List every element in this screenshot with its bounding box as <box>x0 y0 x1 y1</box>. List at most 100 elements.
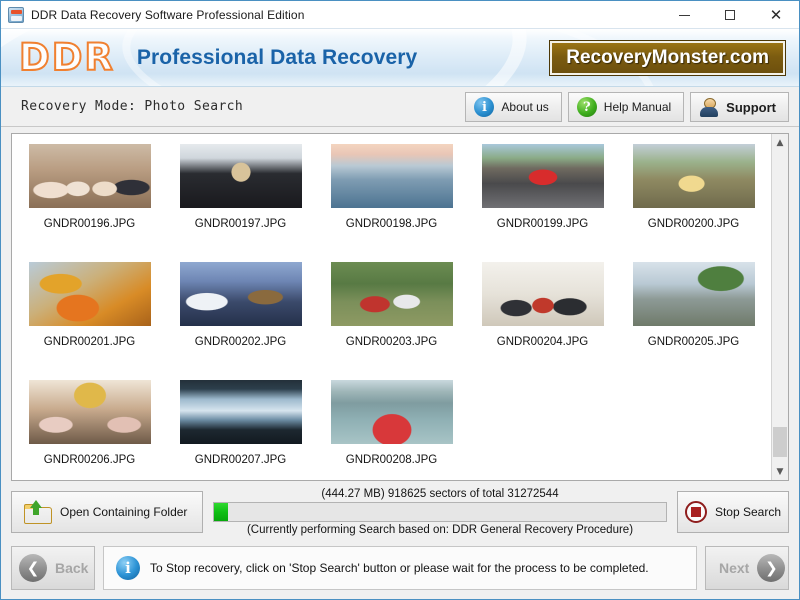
file-name: GNDR00203.JPG <box>345 336 438 348</box>
file-item[interactable]: GNDR00204.JPG <box>467 260 618 378</box>
about-us-label: About us <box>501 100 549 114</box>
stop-record-icon <box>684 501 707 523</box>
file-name: GNDR00205.JPG <box>647 336 740 348</box>
file-thumbnail <box>330 380 453 444</box>
info-icon: i <box>116 556 140 580</box>
next-label: Next <box>719 560 750 576</box>
app-icon <box>8 6 24 23</box>
file-item[interactable]: GNDR00201.JPG <box>14 260 165 378</box>
file-thumbnail <box>632 262 755 326</box>
recovery-mode-bar: Recovery Mode: Photo Search i About us ?… <box>1 87 799 127</box>
file-thumbnail <box>632 144 755 208</box>
window-controls: ✕ <box>661 1 799 29</box>
file-item[interactable]: GNDR00197.JPG <box>165 142 316 260</box>
file-name: GNDR00202.JPG <box>194 336 287 348</box>
footer-nav: ❮ Back i To Stop recovery, click on 'Sto… <box>1 543 799 599</box>
brand-title: Professional Data Recovery <box>136 45 418 69</box>
title-bar: DDR Data Recovery Software Professional … <box>1 1 799 29</box>
file-thumbnail <box>28 380 151 444</box>
file-name: GNDR00197.JPG <box>194 218 287 230</box>
scrollbar-track[interactable] <box>772 151 788 463</box>
back-label: Back <box>55 560 89 576</box>
file-item[interactable]: GNDR00205.JPG <box>618 260 769 378</box>
question-icon: ? <box>576 97 597 117</box>
action-row: Open Containing Folder (444.27 MB) 91862… <box>1 481 799 543</box>
file-thumbnail <box>28 144 151 208</box>
header-button-group: i About us ? Help Manual Support <box>465 92 789 122</box>
file-item[interactable]: GNDR00202.JPG <box>165 260 316 378</box>
maximize-button[interactable] <box>707 1 753 29</box>
help-manual-label: Help Manual <box>603 100 672 114</box>
file-thumbnail <box>179 262 302 326</box>
file-panel-wrapper: GNDR00196.JPG GNDR00197.JPG GNDR00198.JP… <box>1 127 799 481</box>
scroll-up-icon[interactable]: ▲ <box>772 134 788 151</box>
support-label: Support <box>726 99 776 115</box>
status-hint-text: To Stop recovery, click on 'Stop Search'… <box>150 561 649 575</box>
file-name: GNDR00196.JPG <box>43 218 136 230</box>
folder-upload-icon <box>24 500 52 524</box>
file-thumbnail <box>179 144 302 208</box>
file-item[interactable]: GNDR00200.JPG <box>618 142 769 260</box>
file-item[interactable]: GNDR00208.JPG <box>316 378 467 480</box>
file-row: GNDR00201.JPG GNDR00202.JPG GNDR00203.JP… <box>14 260 769 378</box>
support-button[interactable]: Support <box>690 92 789 122</box>
back-button[interactable]: ❮ Back <box>11 546 95 590</box>
file-name: GNDR00206.JPG <box>43 454 136 466</box>
progress-label: (444.27 MB) 918625 sectors of total 3127… <box>321 488 559 500</box>
open-containing-folder-button[interactable]: Open Containing Folder <box>11 491 203 533</box>
file-item-empty <box>618 378 769 480</box>
file-item[interactable]: GNDR00198.JPG <box>316 142 467 260</box>
progress-area: (444.27 MB) 918625 sectors of total 3127… <box>213 485 667 539</box>
file-name: GNDR00199.JPG <box>496 218 589 230</box>
window-title: DDR Data Recovery Software Professional … <box>31 7 305 22</box>
progress-bar <box>213 502 667 522</box>
file-name: GNDR00207.JPG <box>194 454 287 466</box>
file-grid: GNDR00196.JPG GNDR00197.JPG GNDR00198.JP… <box>12 134 771 480</box>
file-row: GNDR00206.JPG GNDR00207.JPG GNDR00208.JP… <box>14 378 769 480</box>
brand-header: DDR Professional Data Recovery RecoveryM… <box>1 29 799 87</box>
support-person-icon <box>699 97 719 117</box>
info-icon: i <box>474 97 495 117</box>
vertical-scrollbar[interactable]: ▲ ▼ <box>771 134 788 480</box>
about-us-button[interactable]: i About us <box>465 92 562 122</box>
progress-fill <box>214 503 228 521</box>
file-item[interactable]: GNDR00206.JPG <box>14 378 165 480</box>
file-item[interactable]: GNDR00196.JPG <box>14 142 165 260</box>
scrollbar-thumb[interactable] <box>773 427 787 457</box>
file-item[interactable]: GNDR00199.JPG <box>467 142 618 260</box>
stop-search-label: Stop Search <box>714 505 782 519</box>
help-manual-button[interactable]: ? Help Manual <box>567 92 685 122</box>
file-name: GNDR00204.JPG <box>496 336 589 348</box>
close-button[interactable]: ✕ <box>753 1 799 29</box>
close-icon: ✕ <box>769 5 783 24</box>
chevron-right-icon: ❯ <box>757 554 786 582</box>
file-thumbnail <box>330 262 453 326</box>
minimize-button[interactable] <box>661 1 707 29</box>
next-button[interactable]: Next ❯ <box>705 546 789 590</box>
maximize-icon <box>725 10 735 20</box>
open-folder-label: Open Containing Folder <box>60 505 188 519</box>
recoverymonster-banner[interactable]: RecoveryMonster.com <box>550 41 785 75</box>
minimize-icon <box>678 14 690 16</box>
file-item[interactable]: GNDR00203.JPG <box>316 260 467 378</box>
recovered-files-panel: GNDR00196.JPG GNDR00197.JPG GNDR00198.JP… <box>11 133 789 481</box>
file-thumbnail <box>330 144 453 208</box>
scroll-down-icon[interactable]: ▼ <box>772 463 788 480</box>
file-thumbnail <box>481 144 604 208</box>
file-name: GNDR00208.JPG <box>345 454 438 466</box>
file-thumbnail <box>179 380 302 444</box>
file-thumbnail <box>481 262 604 326</box>
file-name: GNDR00198.JPG <box>345 218 438 230</box>
application-window: DDR Data Recovery Software Professional … <box>0 0 800 600</box>
status-hint-bar: i To Stop recovery, click on 'Stop Searc… <box>103 546 697 590</box>
file-item[interactable]: GNDR00207.JPG <box>165 378 316 480</box>
ddr-logo: DDR <box>18 35 115 79</box>
file-name: GNDR00200.JPG <box>647 218 740 230</box>
file-row: GNDR00196.JPG GNDR00197.JPG GNDR00198.JP… <box>14 142 769 260</box>
chevron-left-icon: ❮ <box>19 554 47 582</box>
stop-search-button[interactable]: Stop Search <box>677 491 789 533</box>
file-item-empty <box>467 378 618 480</box>
file-name: GNDR00201.JPG <box>43 336 136 348</box>
recovery-mode-label: Recovery Mode: Photo Search <box>21 99 244 114</box>
progress-sublabel: (Currently performing Search based on: D… <box>246 524 634 536</box>
